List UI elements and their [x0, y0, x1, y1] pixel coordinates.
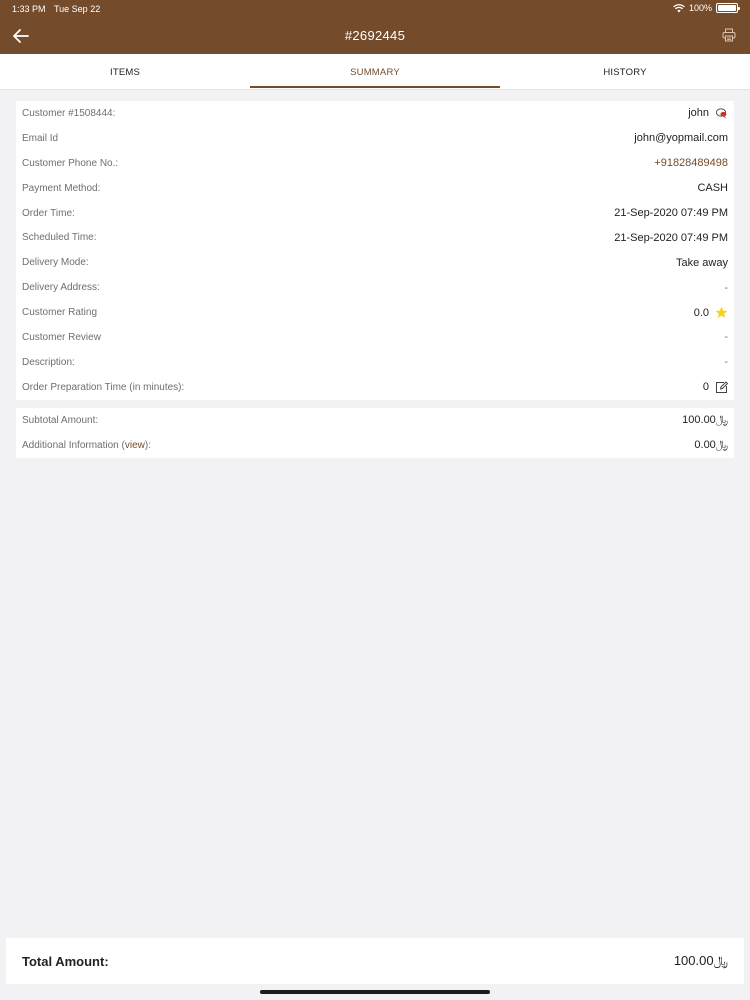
email-value: john@yopmail.com [634, 132, 728, 145]
scheduled-time-label: Scheduled Time: [22, 232, 97, 244]
phone-link[interactable]: +91828489498 [654, 157, 728, 169]
top-bar: 1:33 PM Tue Sep 22 100% #2692445 [0, 0, 750, 54]
delivery-mode-value: Take away [676, 256, 728, 269]
phone-label: Customer Phone No.: [22, 157, 119, 169]
phone-row: Customer Phone No.: +91828489498 [16, 151, 734, 176]
tab-bar: ITEMS SUMMARY HISTORY [0, 54, 750, 90]
description-value: - [724, 356, 728, 369]
battery-percent: 100% [688, 3, 712, 13]
subtotal-value: 100.00﷼ [682, 413, 728, 426]
email-label: Email Id [22, 132, 59, 144]
order-time-value: 21-Sep-2020 07:49 PM [614, 207, 728, 219]
prep-time-value-group: 0 [703, 381, 728, 394]
delivery-address-value: - [724, 281, 728, 294]
delivery-address-label: Delivery Address: [22, 282, 100, 294]
additional-info-row: Additional Information (view): 0.00﷼ [16, 433, 734, 458]
rating-value-group: 0.0 [694, 306, 728, 319]
chat-icon[interactable] [715, 107, 728, 120]
order-time-label: Order Time: [22, 207, 75, 219]
status-time: 1:33 PM [12, 4, 46, 14]
delivery-mode-row: Delivery Mode: Take away [16, 250, 734, 275]
payment-label: Payment Method: [22, 182, 101, 194]
scheduled-time-row: Scheduled Time: 21-Sep-2020 07:49 PM [16, 225, 734, 250]
additional-info-label-prefix: Additional Information ( [22, 439, 125, 451]
additional-info-value: 0.00﷼ [694, 438, 728, 451]
prep-time-label: Order Preparation Time (in minutes): [22, 381, 185, 393]
order-number-title: #2692445 [344, 28, 406, 43]
customer-label: Customer #1508444: [22, 107, 116, 119]
total-label: Total Amount: [22, 953, 109, 969]
wifi-icon [673, 3, 685, 12]
scheduled-time-value: 21-Sep-2020 07:49 PM [614, 231, 728, 244]
total-amount-bar: Total Amount: 100.00﷼ [6, 938, 744, 984]
rating-label: Customer Rating [22, 307, 98, 319]
prep-time-row: Order Preparation Time (in minutes): 0 [16, 375, 734, 400]
customer-row: Customer #1508444: john [16, 101, 734, 126]
prep-time-value: 0 [702, 381, 709, 394]
review-value: - [724, 331, 728, 344]
payment-row: Payment Method: CASH [16, 176, 734, 201]
order-summary-card: Customer #1508444: john Email Id john@yo… [16, 101, 734, 400]
star-icon [715, 306, 728, 318]
description-row: Description: - [16, 350, 734, 375]
status-indicators: 100% [673, 3, 740, 13]
tab-history[interactable]: HISTORY [500, 54, 750, 90]
payment-value: CASH [697, 182, 728, 195]
status-bar: 1:33 PM Tue Sep 22 100% [0, 0, 750, 18]
amounts-card: Subtotal Amount: 100.00﷼ Additional Info… [16, 408, 734, 458]
customer-value-group: john [688, 107, 728, 120]
order-time-row: Order Time: 21-Sep-2020 07:49 PM [16, 201, 734, 226]
battery-icon [716, 3, 740, 13]
printer-icon[interactable] [722, 28, 736, 42]
rating-row: Customer Rating 0.0 [16, 300, 734, 325]
home-indicator[interactable] [260, 990, 490, 994]
active-tab-indicator [250, 86, 500, 88]
tab-items[interactable]: ITEMS [0, 54, 250, 90]
tab-summary[interactable]: SUMMARY [250, 54, 500, 90]
subtotal-row: Subtotal Amount: 100.00﷼ [16, 408, 734, 433]
total-value: 100.00﷼ [673, 953, 728, 968]
review-label: Customer Review [22, 331, 101, 343]
delivery-address-row: Delivery Address: - [16, 275, 734, 300]
rating-value: 0.0 [693, 306, 709, 319]
customer-name: john [688, 107, 709, 120]
edit-icon[interactable] [715, 381, 728, 394]
additional-info-label-suffix: ): [144, 439, 151, 451]
view-link[interactable]: view [125, 440, 145, 451]
description-label: Description: [22, 356, 75, 368]
email-row: Email Id john@yopmail.com [16, 126, 734, 151]
delivery-mode-label: Delivery Mode: [22, 257, 89, 269]
subtotal-label: Subtotal Amount: [22, 414, 99, 426]
additional-info-label: Additional Information (view): [22, 440, 151, 451]
review-row: Customer Review - [16, 325, 734, 350]
status-date: Tue Sep 22 [54, 4, 101, 14]
